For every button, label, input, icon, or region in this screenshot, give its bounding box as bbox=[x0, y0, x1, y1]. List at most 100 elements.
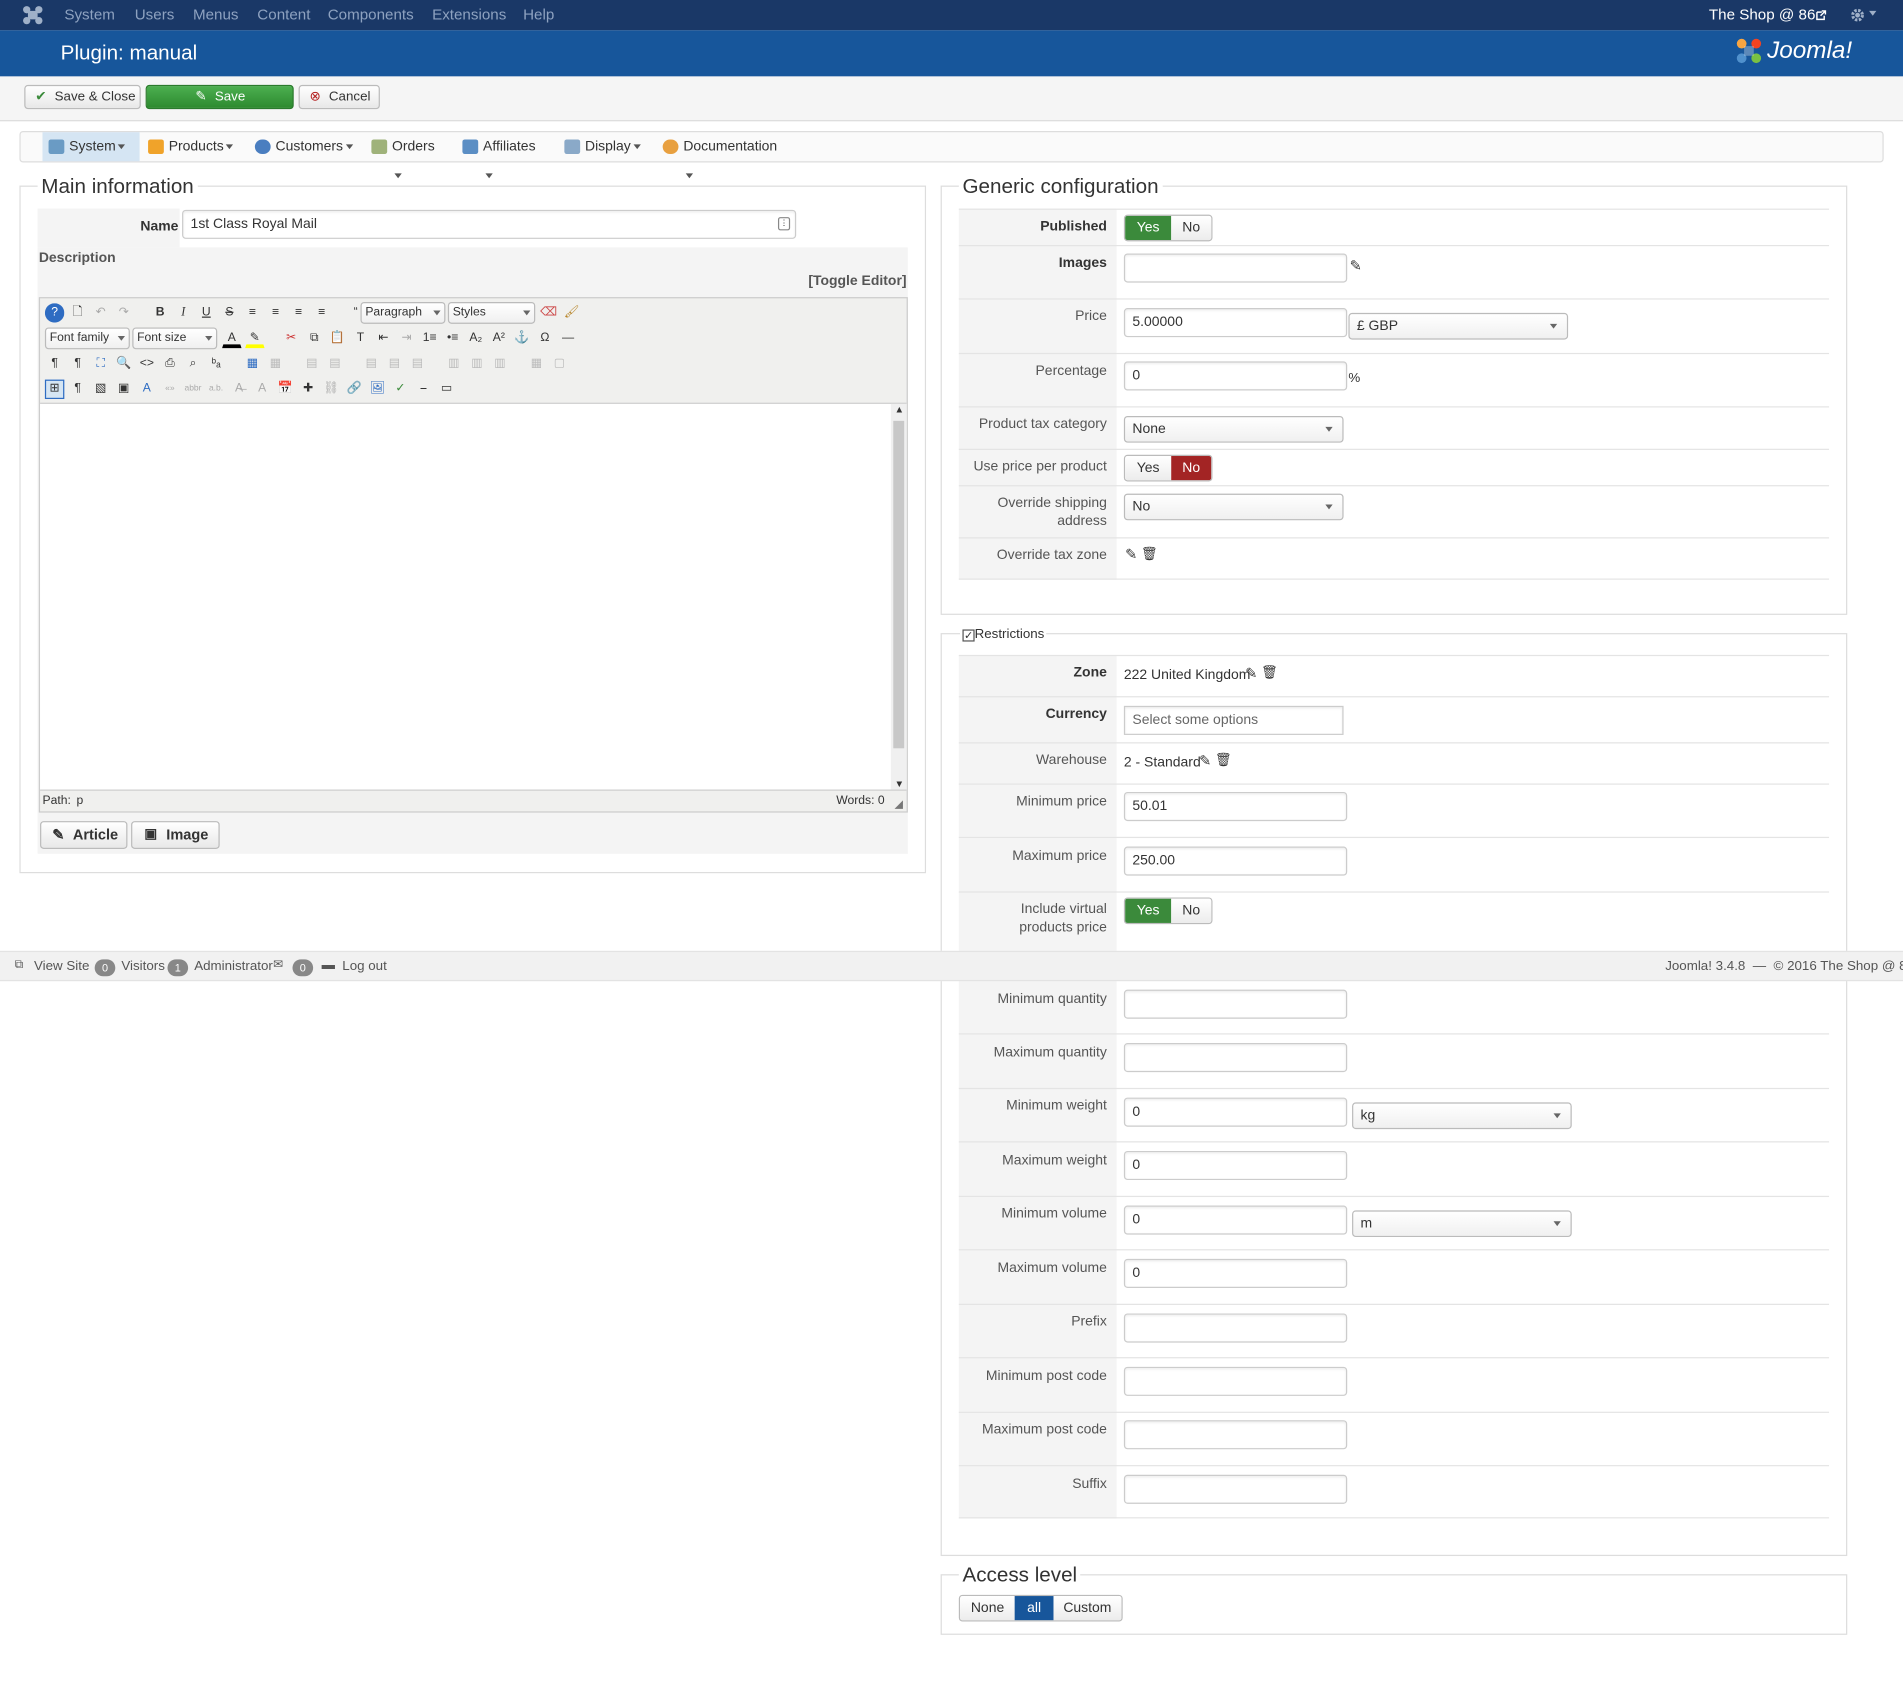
field-options-icon[interactable]: ⋮ bbox=[777, 217, 791, 231]
name-input[interactable]: 1st Class Royal Mail ⋮ bbox=[182, 209, 797, 239]
indent-icon[interactable]: ⇥ bbox=[397, 329, 416, 348]
submenu-system[interactable]: System bbox=[42, 132, 140, 162]
acronym-icon[interactable]: a.b. bbox=[206, 380, 225, 399]
editor-path-value[interactable]: p bbox=[76, 794, 83, 807]
readmore-icon[interactable]: ▭ bbox=[437, 380, 456, 399]
access-none[interactable]: None bbox=[960, 1596, 1016, 1621]
submenu-documentation[interactable]: Documentation bbox=[657, 132, 791, 179]
logout-link[interactable]: Log out bbox=[342, 959, 387, 974]
volume-unit-select[interactable]: m bbox=[1352, 1210, 1572, 1238]
fullscreen-icon[interactable]: ⛶ bbox=[91, 354, 110, 373]
virtual-toggle[interactable]: Yes No bbox=[1123, 897, 1213, 925]
menu-extensions[interactable]: Extensions bbox=[432, 6, 506, 23]
abbr-icon[interactable]: abbr bbox=[183, 380, 202, 399]
copy-icon[interactable]: ⧉ bbox=[305, 329, 324, 348]
images-edit-icon[interactable]: ✎ bbox=[1350, 257, 1362, 274]
ins-icon[interactable]: A bbox=[252, 380, 271, 399]
editor-scrollbar[interactable]: ▲ ▼ bbox=[890, 403, 907, 790]
weight-unit-select[interactable]: kg bbox=[1352, 1102, 1572, 1130]
del-icon[interactable]: A̶ bbox=[229, 380, 248, 399]
use-price-no[interactable]: No bbox=[1171, 456, 1212, 481]
price-input[interactable]: 5.00000 bbox=[1123, 308, 1348, 338]
submenu-customers[interactable]: Customers bbox=[249, 132, 361, 161]
published-toggle[interactable]: Yes No bbox=[1123, 214, 1213, 242]
row-props-icon[interactable]: ▤ bbox=[302, 354, 321, 373]
image-button[interactable]: ▣ Image bbox=[131, 821, 220, 849]
delete-table-icon[interactable]: ▦ bbox=[266, 354, 285, 373]
font-size-select[interactable]: Font size bbox=[132, 327, 218, 350]
delete-row-icon[interactable]: ▤ bbox=[408, 354, 427, 373]
override-tax-edit-icon[interactable]: ✎ bbox=[1125, 546, 1137, 563]
code-icon[interactable]: <> bbox=[137, 354, 156, 373]
numbered-list-icon[interactable]: 1≡ bbox=[420, 329, 439, 348]
use-price-toggle[interactable]: Yes No bbox=[1123, 454, 1213, 482]
submenu-display[interactable]: Display bbox=[558, 132, 648, 161]
row-before-icon[interactable]: ▤ bbox=[362, 354, 381, 373]
superscript-icon[interactable]: A² bbox=[489, 329, 508, 348]
align-justify-icon[interactable]: ≡ bbox=[243, 303, 262, 322]
min-weight-input[interactable]: 0 bbox=[1123, 1097, 1348, 1127]
warehouse-trash-icon[interactable]: 🗑 bbox=[1215, 752, 1232, 768]
text-color-icon[interactable]: A bbox=[222, 329, 242, 349]
nonbreaking-icon[interactable]: ✚ bbox=[299, 380, 318, 399]
undo-icon[interactable]: ↶ bbox=[91, 303, 110, 322]
merge-cells-icon[interactable]: ▢ bbox=[550, 354, 569, 373]
max-price-input[interactable]: 250.00 bbox=[1123, 846, 1348, 876]
print-icon[interactable]: ⎙ bbox=[160, 354, 179, 373]
editor-scrollbar-thumb[interactable] bbox=[893, 420, 905, 749]
menu-help[interactable]: Help bbox=[523, 6, 554, 23]
outdent-icon[interactable]: ⇤ bbox=[374, 329, 393, 348]
attributes-icon[interactable]: 📅 bbox=[276, 380, 295, 399]
suffix-input[interactable] bbox=[1123, 1474, 1348, 1504]
editor-content-area[interactable]: ▲ ▼ bbox=[40, 402, 907, 791]
use-price-yes[interactable]: Yes bbox=[1125, 456, 1172, 481]
menu-system[interactable]: System bbox=[64, 6, 115, 23]
save-close-button[interactable]: ✔ Save & Close bbox=[24, 84, 141, 110]
max-weight-input[interactable]: 0 bbox=[1123, 1150, 1348, 1181]
subscript-icon[interactable]: A₂ bbox=[466, 329, 485, 348]
scroll-up-icon[interactable]: ▲ bbox=[894, 404, 904, 415]
bold-icon[interactable]: B bbox=[150, 303, 169, 322]
menu-content[interactable]: Content bbox=[257, 6, 310, 23]
cell-props-icon[interactable]: ▤ bbox=[325, 354, 344, 373]
max-volume-input[interactable]: 0 bbox=[1123, 1258, 1348, 1288]
gear-icon[interactable] bbox=[1850, 7, 1866, 23]
max-qty-input[interactable] bbox=[1123, 1043, 1348, 1073]
submenu-affiliates[interactable]: Affiliates bbox=[456, 132, 551, 179]
restrictions-checkbox[interactable]: ✓ bbox=[962, 629, 975, 642]
pagebreak-icon[interactable]: ⎯ bbox=[414, 380, 433, 399]
toggle-editor-button[interactable]: [Toggle Editor] bbox=[808, 274, 906, 289]
visual-aid-icon[interactable]: ⊞ bbox=[44, 379, 65, 400]
override-tax-trash-icon[interactable]: 🗑 bbox=[1141, 546, 1158, 562]
underline-icon[interactable]: U bbox=[197, 303, 216, 322]
published-yes[interactable]: Yes bbox=[1125, 215, 1172, 241]
site-name-link[interactable]: The Shop @ 86 bbox=[1709, 6, 1816, 23]
clean-up-icon[interactable]: 🖌 bbox=[562, 303, 581, 322]
virtual-yes[interactable]: Yes bbox=[1125, 898, 1172, 923]
cite-icon[interactable]: «» bbox=[160, 380, 179, 399]
access-level-toggle[interactable]: None all Custom bbox=[958, 1594, 1123, 1622]
strikethrough-icon[interactable]: S bbox=[220, 303, 239, 322]
styles-select[interactable]: Styles bbox=[447, 301, 536, 324]
prefix-input[interactable] bbox=[1123, 1313, 1348, 1343]
new-document-icon[interactable]: 🗋 bbox=[68, 303, 87, 322]
find-icon[interactable]: ⌕ bbox=[183, 354, 202, 373]
redo-icon[interactable]: ↷ bbox=[114, 303, 133, 322]
align-right-icon[interactable]: ≡ bbox=[312, 303, 331, 322]
override-shipping-select[interactable]: No bbox=[1123, 493, 1344, 521]
font-family-select[interactable]: Font family bbox=[44, 327, 130, 350]
preview-icon[interactable]: 🔍 bbox=[114, 354, 133, 373]
article-button[interactable]: ✎ Article bbox=[40, 821, 128, 849]
media-icon[interactable]: ▣ bbox=[114, 380, 133, 399]
submenu-products[interactable]: Products bbox=[142, 132, 244, 161]
image-icon[interactable]: 🖼 bbox=[368, 380, 387, 399]
tax-category-select[interactable]: None bbox=[1123, 415, 1344, 443]
row-after-icon[interactable]: ▤ bbox=[385, 354, 404, 373]
unlink-icon[interactable]: ⛓ bbox=[322, 380, 341, 399]
spellcheck-icon[interactable]: ✓ bbox=[391, 380, 410, 399]
paragraph-select[interactable]: Paragraph bbox=[360, 301, 446, 324]
split-cells-icon[interactable]: ▦ bbox=[527, 354, 546, 373]
published-no[interactable]: No bbox=[1171, 215, 1212, 241]
resize-handle-icon[interactable]: ◢ bbox=[894, 798, 902, 811]
template-icon[interactable]: ▧ bbox=[91, 380, 110, 399]
